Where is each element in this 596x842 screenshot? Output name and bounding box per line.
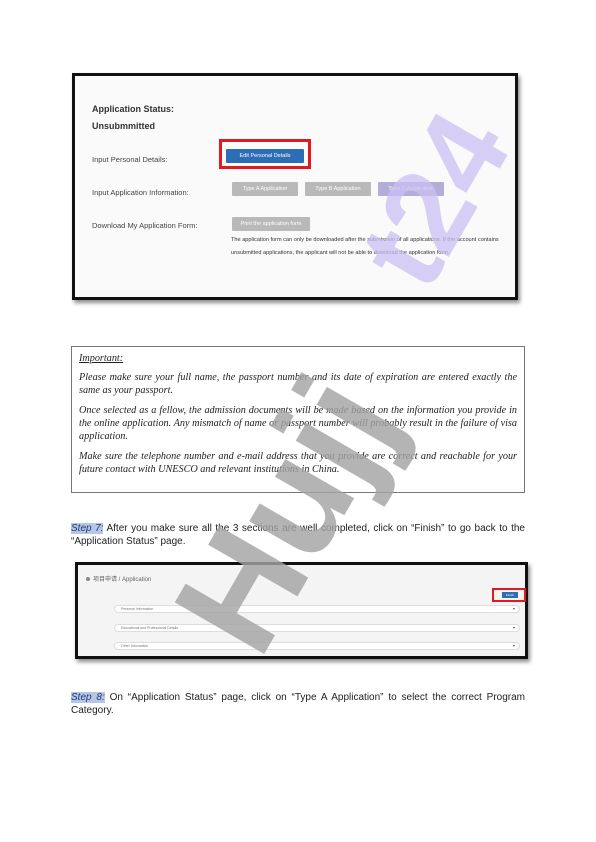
step-8-instruction: Step 8: On “Application Status” page, cl… [71,691,525,717]
section-row[interactable]: Other Information ▾ [114,642,520,650]
section-row[interactable]: Personal Information ▾ [114,605,520,613]
important-paragraph-2: Once selected as a fellow, the admission… [79,405,517,442]
finish-button[interactable]: Finish [502,592,518,598]
step-7-instruction: Step 7: After you make sure all the 3 se… [71,522,525,548]
chevron-icon: ▾ [512,625,515,630]
step-7-label: Step 7: [71,523,104,534]
chevron-icon: ▾ [512,606,515,611]
type-b-application-button[interactable]: Type B Application [305,182,371,196]
section-row[interactable]: Educational and Professional Details ▾ [114,624,520,632]
print-application-form-button[interactable]: Print the application form [232,217,310,231]
download-form-label: Download My Application Form: [92,221,198,230]
home-icon [86,577,90,582]
document-page: Application Status: Unsubmmitted Input P… [0,0,596,842]
type-a-application-button[interactable]: Type A Application [232,182,298,196]
important-paragraph-3: Make sure the telephone number and e-mai… [79,451,517,475]
application-status-screenshot: Application Status: Unsubmmitted Input P… [72,73,518,300]
type-c-application-button[interactable]: Type C Application [378,182,444,196]
application-status-title: Application Status: Unsubmmitted [92,101,174,135]
status-title-line1: Application Status: [92,104,175,114]
chevron-icon: ▾ [512,643,515,648]
highlight-box [219,139,311,169]
step-8-text: On “Application Status” page, click on “… [71,692,525,716]
section-row-label: Educational and Professional Details [121,626,179,630]
important-heading: Important: [79,353,124,364]
personal-details-label: Input Personal Details: [92,155,168,164]
important-paragraph-1: Please make sure your full name, the pas… [79,372,517,396]
step-7-text: After you make sure all the 3 sections a… [71,523,525,547]
application-header: 项目申请 / Application [86,574,151,583]
step-8-label: Step 8: [71,692,105,703]
download-note: The application form can only be downloa… [231,237,499,256]
application-header-text: 项目申请 / Application [93,577,152,583]
important-notice-box: Important: Please make sure your full na… [71,346,525,493]
status-title-line2: Unsubmmitted [92,121,155,131]
section-row-label: Personal Information [121,607,154,611]
section-row-label: Other Information [121,644,149,648]
application-information-label: Input Application Information: [92,188,189,197]
application-sections-screenshot: 项目申请 / Application Finish Personal Infor… [75,562,528,659]
